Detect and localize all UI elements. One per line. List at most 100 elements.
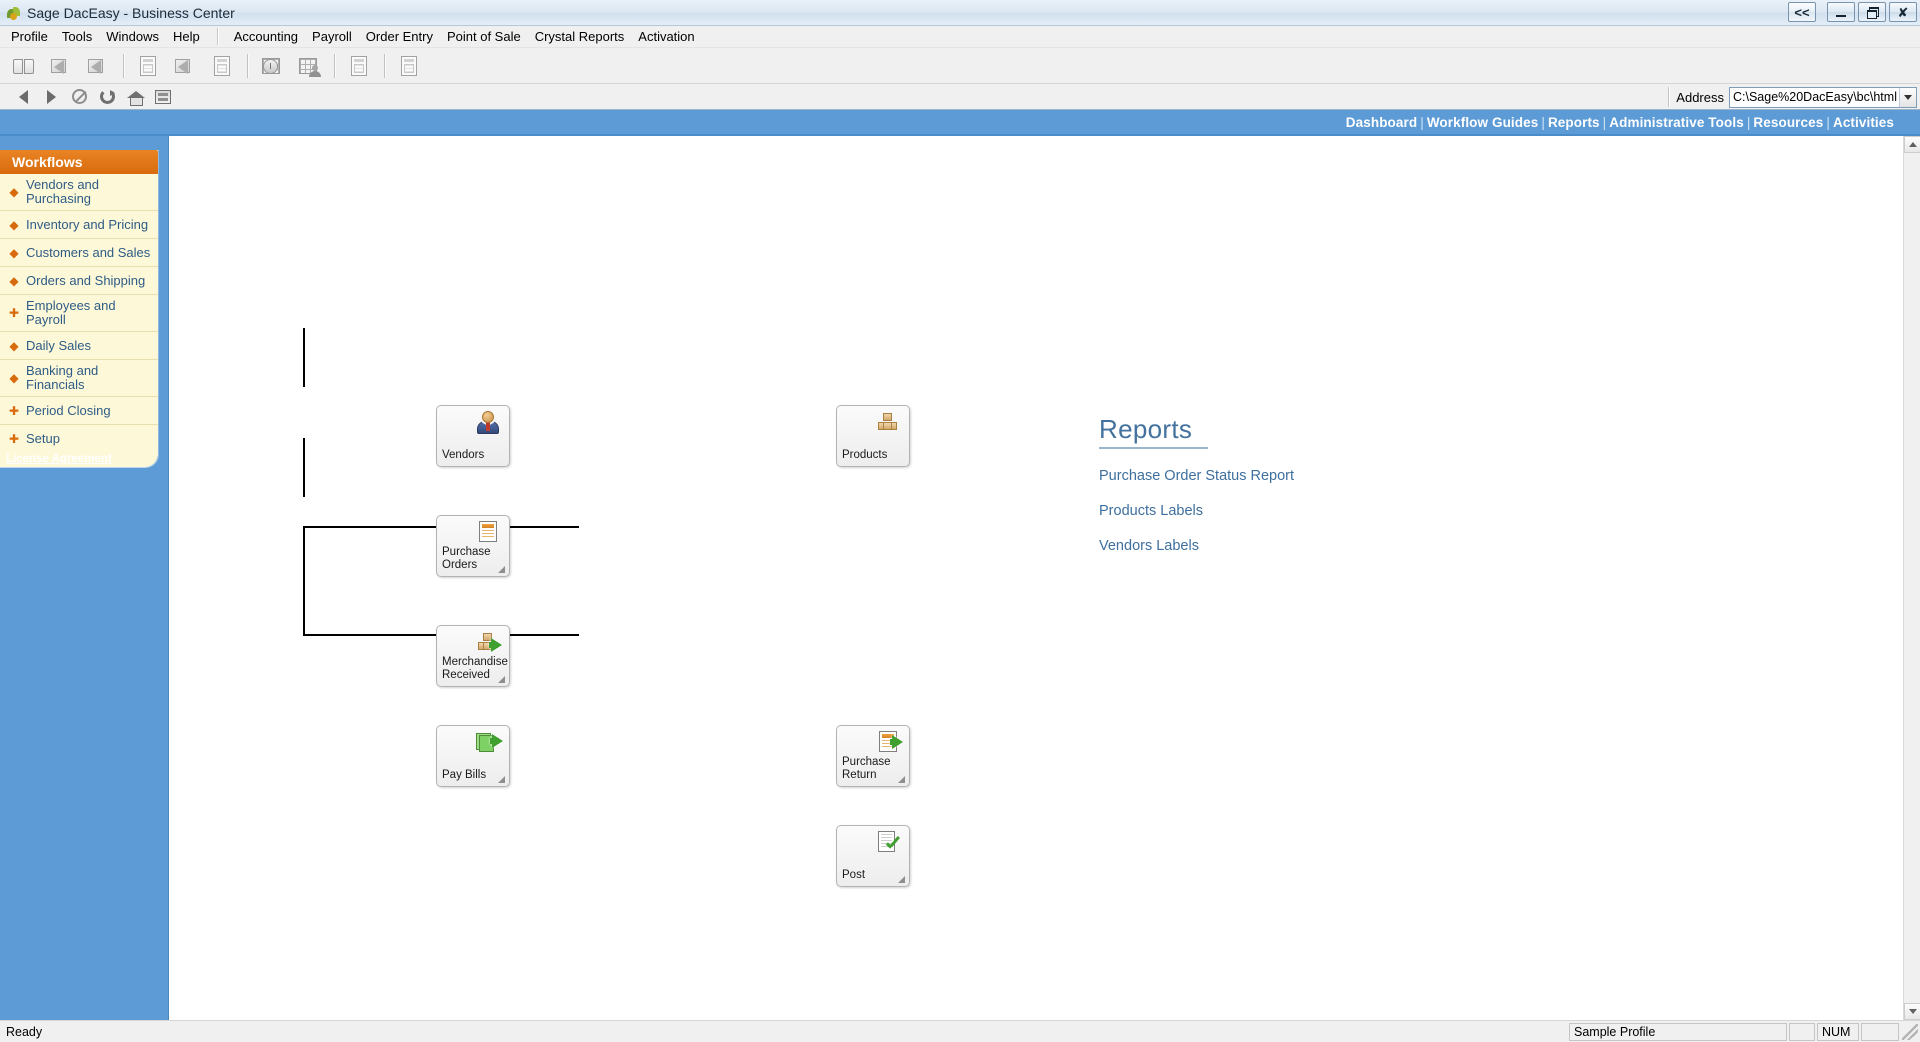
- post-transactions-button[interactable]: [45, 51, 77, 81]
- menu-help[interactable]: Help: [166, 27, 207, 46]
- document-check-icon: [875, 830, 901, 854]
- node-vendors[interactable]: Vendors: [436, 405, 510, 467]
- plus-bullet-icon: ✚: [8, 306, 20, 320]
- report-button[interactable]: [206, 51, 238, 81]
- diamond-bullet-icon: ◆: [9, 338, 19, 353]
- toolbar-divider: [384, 53, 386, 78]
- inventory-button[interactable]: [169, 51, 201, 81]
- sidebar-item-inventory-and-pricing[interactable]: ◆ Inventory and Pricing: [0, 211, 158, 239]
- node-post[interactable]: Post: [836, 825, 910, 887]
- menu-profile[interactable]: Profile: [4, 27, 55, 46]
- node-merchandise-received[interactable]: Merchandise Received: [436, 625, 510, 687]
- diamond-bullet-icon: ◆: [9, 245, 19, 260]
- sidebar-item-daily-sales[interactable]: ◆ Daily Sales: [0, 332, 158, 360]
- reports-panel: Reports Purchase Order Status Report Pro…: [1099, 414, 1294, 554]
- node-menu-corner-icon[interactable]: [898, 776, 905, 783]
- stop-button[interactable]: [66, 86, 92, 108]
- menu-windows[interactable]: Windows: [99, 27, 166, 46]
- report-link-vendors-labels[interactable]: Vendors Labels: [1099, 538, 1294, 554]
- book-icon: [12, 55, 36, 77]
- green-pages-arrow-icon: [475, 730, 503, 754]
- sidebar-item-setup[interactable]: ✚ Setup: [0, 425, 158, 453]
- employee-button[interactable]: [293, 51, 325, 81]
- content-vertical-scrollbar[interactable]: [1903, 136, 1920, 1020]
- address-combobox[interactable]: [1729, 86, 1917, 108]
- chevron-up-icon: [1908, 142, 1917, 147]
- sidebar-item-vendors-and-purchasing[interactable]: ◆ Vendors and Purchasing: [0, 174, 158, 211]
- resize-grip-icon[interactable]: [1902, 1023, 1918, 1040]
- arrow-left-icon: [18, 89, 28, 104]
- connector-po-to-merch: [303, 328, 305, 387]
- restore-button[interactable]: [1858, 2, 1886, 22]
- sidebar-item-banking-and-financials[interactable]: ◆ Banking and Financials: [0, 360, 158, 397]
- menu-crystal-reports[interactable]: Crystal Reports: [528, 27, 632, 46]
- menu-order-entry[interactable]: Order Entry: [359, 27, 440, 46]
- export-button[interactable]: [82, 51, 114, 81]
- node-purchase-return[interactable]: Purchase Return: [836, 725, 910, 787]
- sidebar-item-employees-and-payroll[interactable]: ✚ Employees and Payroll: [0, 295, 158, 332]
- home-button[interactable]: [122, 86, 148, 108]
- address-label: Address: [1676, 89, 1724, 105]
- menu-tools[interactable]: Tools: [55, 27, 99, 46]
- document-icon: [136, 55, 160, 77]
- close-button[interactable]: ✘: [1889, 2, 1917, 22]
- status-message: Ready: [6, 1024, 43, 1039]
- minimize-button[interactable]: [1827, 2, 1855, 22]
- address-input[interactable]: [1730, 87, 1899, 107]
- report-link-products-labels[interactable]: Products Labels: [1099, 503, 1294, 519]
- scroll-down-button[interactable]: [1904, 1003, 1920, 1020]
- menu-point-of-sale[interactable]: Point of Sale: [440, 27, 528, 46]
- refresh-button[interactable]: [94, 86, 120, 108]
- sidebar-item-orders-and-shipping[interactable]: ◆ Orders and Shipping: [0, 267, 158, 295]
- back-button[interactable]: [10, 86, 36, 108]
- plus-bullet-icon: ✚: [8, 432, 20, 446]
- sidebar-item-label: Period Closing: [26, 402, 111, 418]
- banner-link-administrative-tools[interactable]: Administrative Tools: [1609, 115, 1744, 130]
- status-indicator-2: [1861, 1022, 1899, 1041]
- window-titlebar: Sage DacEasy - Business Center << ✘: [0, 0, 1920, 26]
- license-agreement-link[interactable]: License Agreement: [6, 453, 112, 465]
- banner-link-activities[interactable]: Activities: [1833, 115, 1894, 130]
- address-area: Address: [1668, 84, 1920, 110]
- journal-entry-button[interactable]: [132, 51, 164, 81]
- sidebar-item-period-closing[interactable]: ✚ Period Closing: [0, 397, 158, 425]
- node-pay-bills[interactable]: Pay Bills: [436, 725, 510, 787]
- grid-person-icon: [297, 55, 321, 77]
- sidebar-item-customers-and-sales[interactable]: ◆ Customers and Sales: [0, 239, 158, 267]
- ledger-book-button[interactable]: [8, 51, 40, 81]
- node-label: Purchase Return: [842, 756, 891, 781]
- node-label: Post: [842, 869, 866, 881]
- forward-button[interactable]: [38, 86, 64, 108]
- sidebar-item-label: Setup: [26, 431, 60, 446]
- banner-link-workflow-guides[interactable]: Workflow Guides: [1427, 115, 1539, 130]
- menu-payroll[interactable]: Payroll: [305, 27, 359, 46]
- node-purchase-orders[interactable]: Purchase Orders: [436, 515, 510, 577]
- receipt-button[interactable]: [393, 51, 425, 81]
- banner-link-resources[interactable]: Resources: [1753, 115, 1823, 130]
- sidebar-panel: Workflows ◆ Vendors and Purchasing ◆ Inv…: [0, 136, 168, 1020]
- report-link-purchase-order-status-report[interactable]: Purchase Order Status Report: [1099, 468, 1294, 484]
- node-menu-corner-icon[interactable]: [498, 566, 505, 573]
- close-icon: ✘: [1897, 4, 1909, 20]
- sage-leaf-icon: [6, 5, 22, 21]
- connector-paybills-down: [303, 526, 305, 636]
- banner-link-reports[interactable]: Reports: [1548, 115, 1600, 130]
- address-dropdown-button[interactable]: [1899, 87, 1916, 107]
- favorites-button[interactable]: [150, 86, 176, 108]
- sidebar-item-label: Orders and Shipping: [26, 272, 146, 288]
- menubar: Profile Tools Windows Help Accounting Pa…: [0, 26, 1920, 48]
- node-menu-corner-icon[interactable]: [898, 876, 905, 883]
- chevron-down-icon: [1908, 1009, 1917, 1014]
- scroll-up-button[interactable]: [1904, 136, 1920, 153]
- invoice-button[interactable]: [343, 51, 375, 81]
- gauge-grid-icon: [260, 55, 284, 77]
- double-chevron-left-icon: <<: [1794, 4, 1810, 20]
- node-menu-corner-icon[interactable]: [498, 776, 505, 783]
- banner-link-dashboard[interactable]: Dashboard: [1346, 115, 1417, 130]
- timecard-button[interactable]: [256, 51, 288, 81]
- node-menu-corner-icon[interactable]: [498, 676, 505, 683]
- node-products[interactable]: Products: [836, 405, 910, 467]
- menu-accounting[interactable]: Accounting: [227, 27, 305, 46]
- menu-activation[interactable]: Activation: [631, 27, 701, 46]
- collapse-ribbon-button[interactable]: <<: [1788, 2, 1816, 22]
